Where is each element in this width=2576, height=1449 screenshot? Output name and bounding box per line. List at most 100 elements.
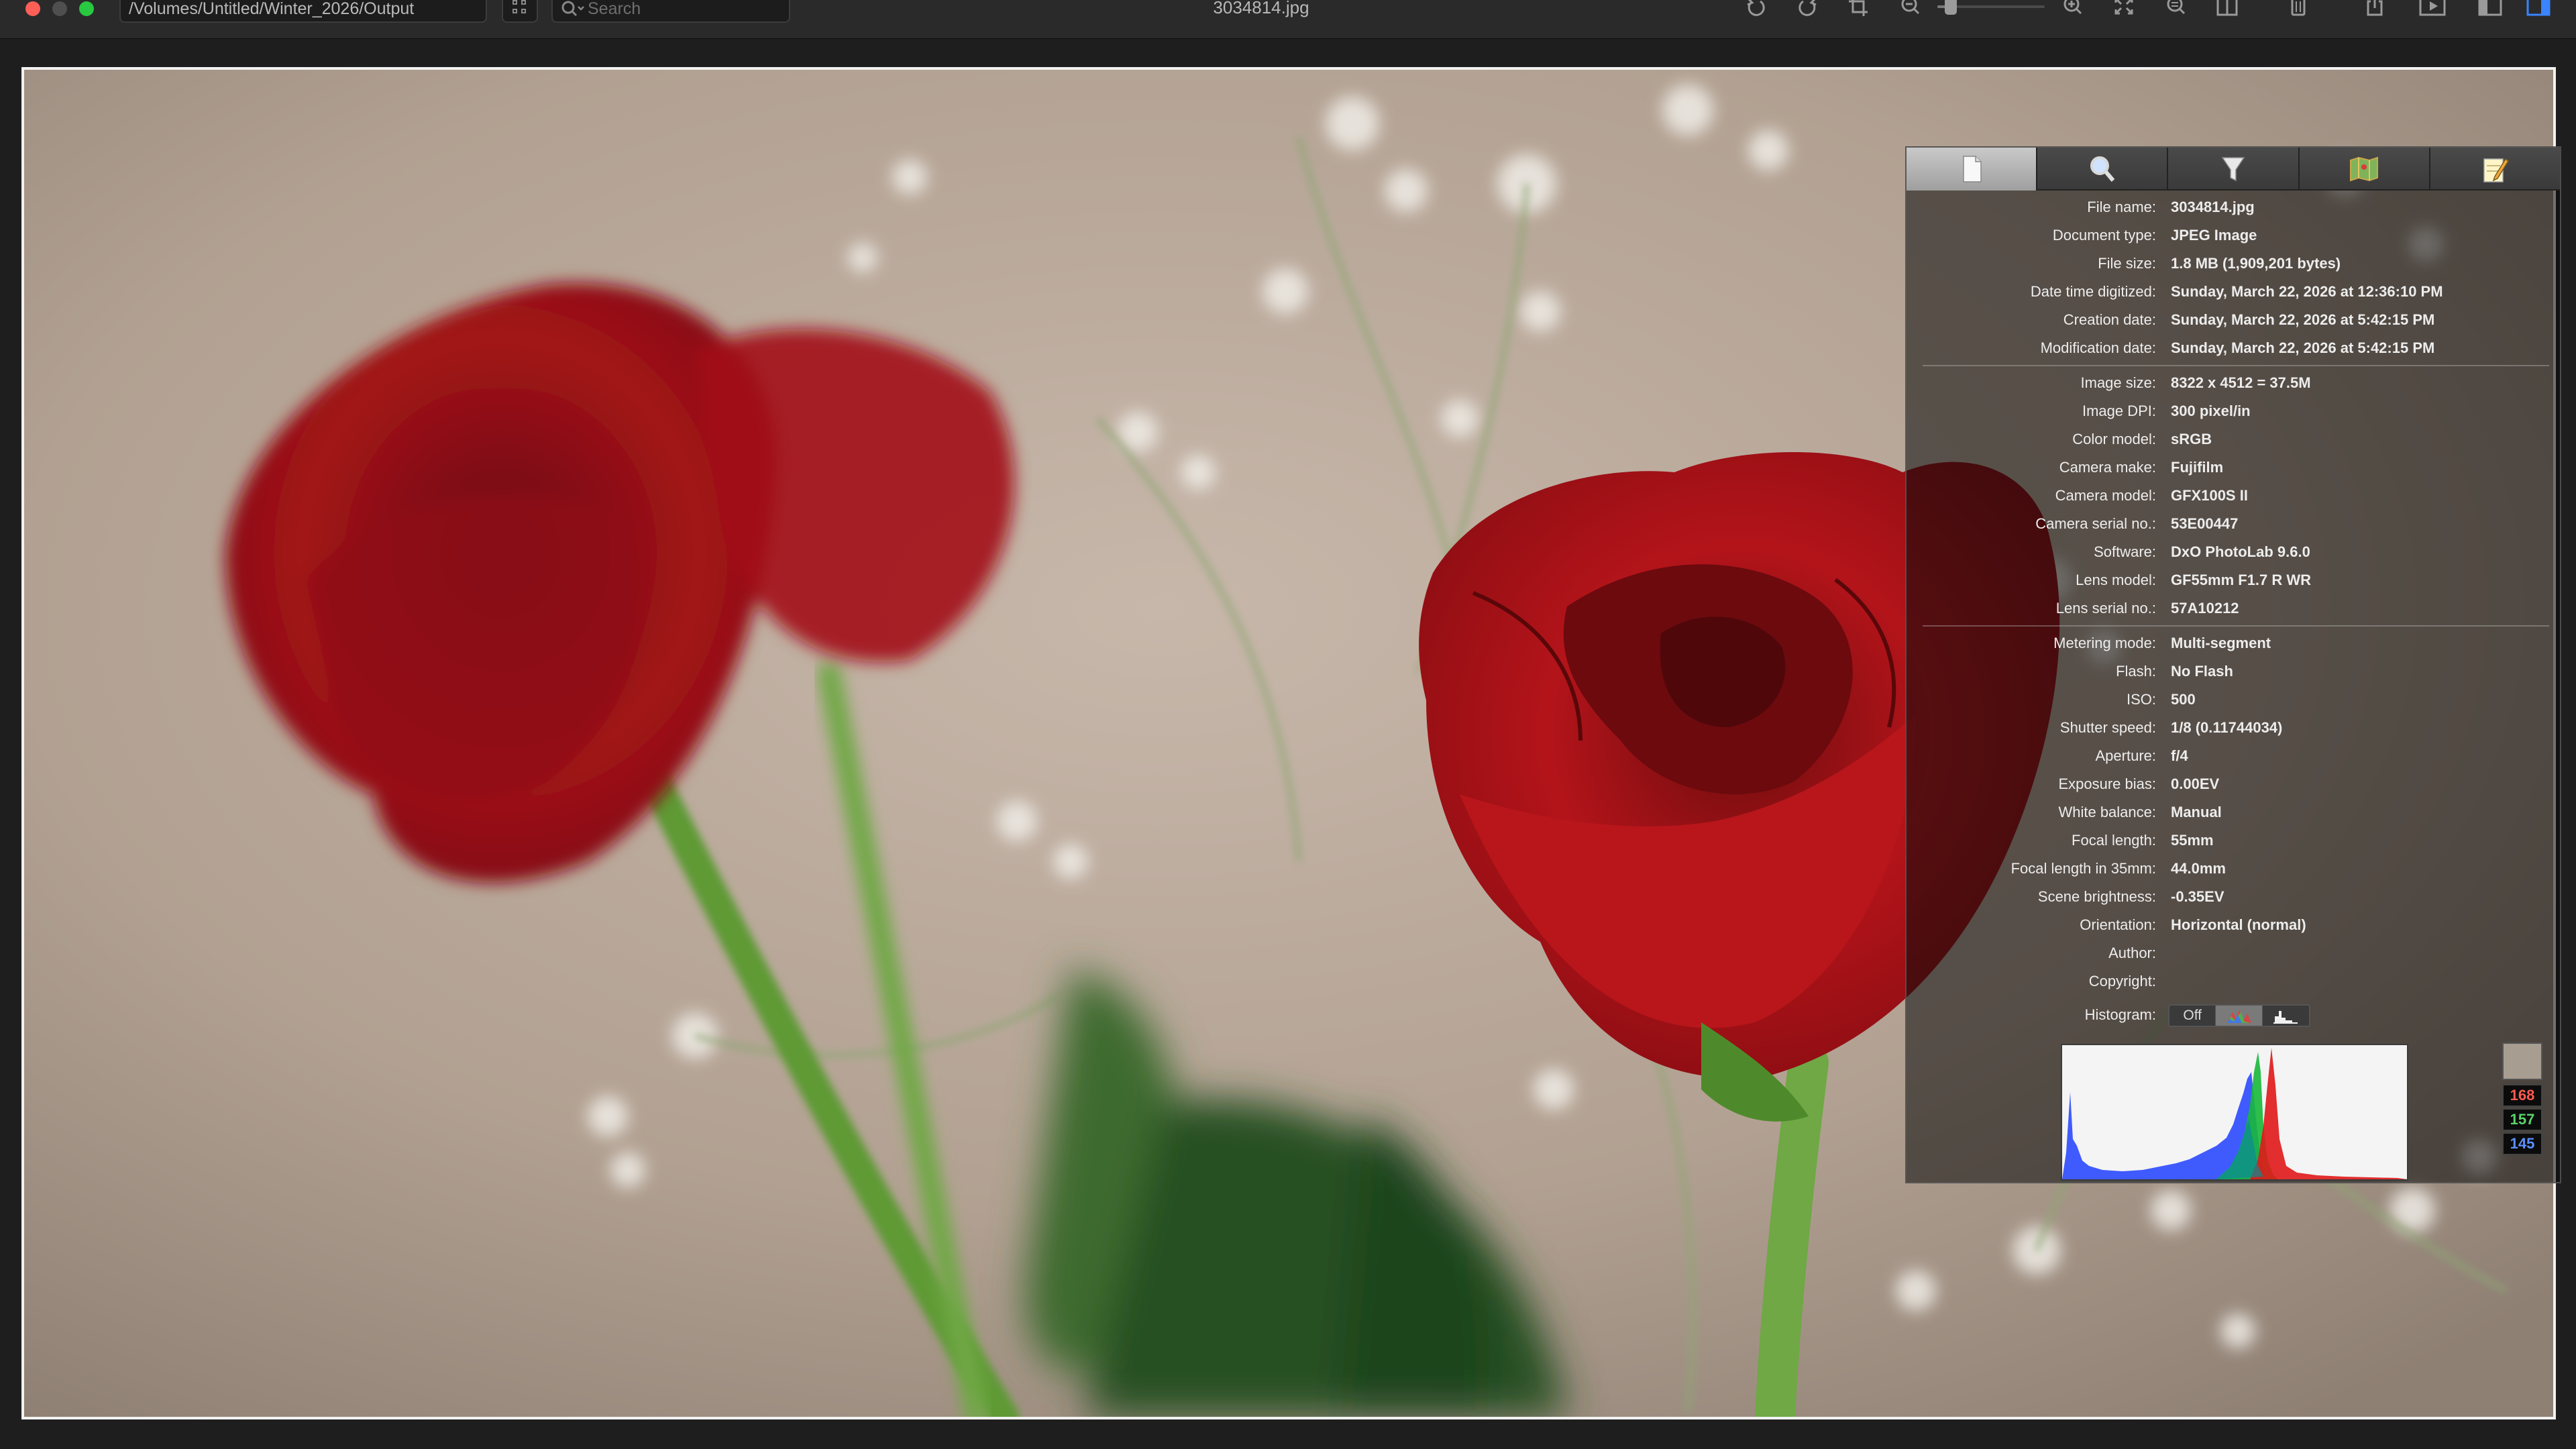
info-row: Lens model: GF55mm F1.7 R WR	[1907, 566, 2560, 594]
file-info-tab[interactable]	[1907, 148, 2038, 191]
magnifier-icon	[2090, 156, 2115, 182]
slideshow-button[interactable]	[2415, 0, 2450, 20]
luminance-histogram-icon	[2273, 1011, 2298, 1024]
inspector-tab-bar	[1907, 148, 2560, 191]
sidebar-split-icon	[2216, 0, 2238, 16]
thumbnail-grid-button[interactable]	[502, 0, 538, 23]
info-row: Camera model: GFX100S II	[1907, 482, 2560, 510]
minimize-window-button[interactable]	[52, 1, 67, 16]
rotate-left-button[interactable]	[1739, 0, 1774, 20]
info-value: Manual	[2171, 804, 2222, 820]
info-value: Multi-segment	[2171, 635, 2271, 651]
info-row: Camera make: Fujifilm	[1907, 453, 2560, 482]
close-window-button[interactable]	[25, 1, 40, 16]
panel-left-icon	[2478, 0, 2502, 16]
notes-tab[interactable]	[2430, 148, 2560, 191]
zoom-out-button[interactable]	[1893, 0, 1928, 20]
split-view-button[interactable]	[2210, 0, 2245, 20]
info-value: 8322 x 4512 = 37.5M	[2171, 374, 2311, 391]
red-value: 168	[2502, 1084, 2542, 1107]
search-input[interactable]	[588, 0, 782, 19]
rotate-right-button[interactable]	[1790, 0, 1825, 20]
info-label: Lens model:	[2076, 572, 2156, 588]
share-button[interactable]	[2357, 0, 2392, 20]
search-icon	[561, 1, 584, 17]
exif-tab[interactable]	[2037, 148, 2169, 191]
info-value: Fujifilm	[2171, 459, 2224, 476]
rotate-left-icon	[1747, 0, 1765, 16]
info-label: Color model:	[2072, 431, 2156, 447]
info-row: Shutter speed: 1/8 (0.11744034)	[1907, 714, 2560, 742]
info-list: File name: 3034814.jpg Document type: JPEG …	[1907, 193, 2560, 996]
info-row: File size: 1.8 MB (1,909,201 bytes)	[1907, 250, 2560, 278]
histogram-off-option[interactable]: Off	[2169, 1006, 2216, 1026]
info-label: Image size:	[2080, 374, 2157, 391]
info-value: Horizontal (normal)	[2171, 916, 2306, 933]
info-row: Image DPI: 300 pixel/in	[1907, 397, 2560, 425]
left-panel-button[interactable]	[2473, 0, 2508, 20]
info-label: Document type:	[2052, 227, 2156, 244]
search-field[interactable]	[551, 0, 790, 23]
histogram-luminance-option[interactable]	[2263, 1006, 2309, 1026]
info-row: White balance: Manual	[1907, 798, 2560, 826]
histogram-rgb-option[interactable]	[2216, 1006, 2263, 1026]
info-row: Lens serial no.: 57A10212	[1907, 594, 2560, 623]
crop-button[interactable]	[1842, 0, 1877, 20]
title-bar: /Volumes/Untitled/Winter_2026/Output 303…	[0, 0, 2576, 39]
info-row: Date time digitized: Sunday, March 22, 20…	[1907, 278, 2560, 306]
info-value: 0.00EV	[2171, 775, 2220, 792]
histogram-mode-selector[interactable]: Off	[2168, 1004, 2310, 1027]
funnel-icon	[2221, 157, 2245, 182]
fit-screen-button[interactable]	[2106, 0, 2141, 20]
zoom-slider[interactable]	[1937, 0, 2045, 15]
info-row: Color model: sRGB	[1907, 425, 2560, 453]
info-row: File name: 3034814.jpg	[1907, 193, 2560, 221]
info-row: Document type: JPEG Image	[1907, 221, 2560, 250]
info-value: 1/8 (0.11744034)	[2171, 719, 2283, 736]
delete-button[interactable]	[2281, 0, 2316, 20]
info-value: Sunday, March 22, 2026 at 5:42:15 PM	[2171, 339, 2435, 356]
info-value: 55mm	[2171, 832, 2214, 849]
info-label: Image DPI:	[2082, 402, 2156, 419]
actual-size-button[interactable]	[2159, 0, 2194, 20]
info-inspector-panel: File name: 3034814.jpg Document type: JPEG …	[1905, 146, 2561, 1183]
zoom-in-icon	[2063, 0, 2082, 15]
info-value: DxO PhotoLab 9.6.0	[2171, 543, 2310, 560]
lens-tab[interactable]	[2168, 148, 2300, 191]
info-label: Aperture:	[2095, 747, 2157, 764]
info-label: Date time digitized:	[2030, 283, 2156, 300]
zoom-in-button[interactable]	[2055, 0, 2090, 20]
info-value: f/4	[2171, 747, 2188, 764]
info-label: Exposure bias:	[2058, 775, 2156, 792]
histogram-control-row: Histogram: Off	[1907, 1001, 2560, 1029]
info-row: Exposure bias: 0.00EV	[1907, 770, 2560, 798]
grid-icon	[513, 0, 517, 5]
zoom-slider-knob[interactable]	[1945, 0, 1957, 15]
crop-icon	[1849, 0, 1868, 16]
info-row: Scene brightness: -0.35EV	[1907, 883, 2560, 911]
notepad-icon	[2483, 158, 2510, 182]
info-value: Sunday, March 22, 2026 at 12:36:10 PM	[2171, 283, 2443, 300]
info-row: Orientation: Horizontal (normal)	[1907, 911, 2560, 939]
rgb-histogram-icon	[2226, 1010, 2251, 1023]
path-field[interactable]: /Volumes/Untitled/Winter_2026/Output	[119, 0, 487, 23]
info-label: Flash:	[2116, 663, 2156, 680]
info-separator	[1907, 362, 2560, 369]
info-row: Focal length: 55mm	[1907, 826, 2560, 855]
info-value: GF55mm F1.7 R WR	[2171, 572, 2312, 588]
histogram-plot	[2062, 1045, 2407, 1179]
map-icon	[2350, 156, 2379, 182]
info-label: Camera make:	[2059, 459, 2156, 476]
info-row: Modification date: Sunday, March 22, 2026…	[1907, 334, 2560, 362]
info-row: Creation date: Sunday, March 22, 2026 at …	[1907, 306, 2560, 334]
zoom-window-button[interactable]	[79, 1, 94, 16]
info-label: Author:	[2108, 945, 2156, 961]
info-label: Software:	[2094, 543, 2156, 560]
info-value: sRGB	[2171, 431, 2212, 447]
info-label: Scene brightness:	[2037, 888, 2156, 905]
right-panel-button[interactable]	[2521, 0, 2556, 20]
slideshow-icon	[2419, 0, 2446, 16]
blue-value: 145	[2502, 1132, 2542, 1155]
map-tab[interactable]	[2300, 148, 2430, 191]
info-label: Modification date:	[2040, 339, 2156, 356]
